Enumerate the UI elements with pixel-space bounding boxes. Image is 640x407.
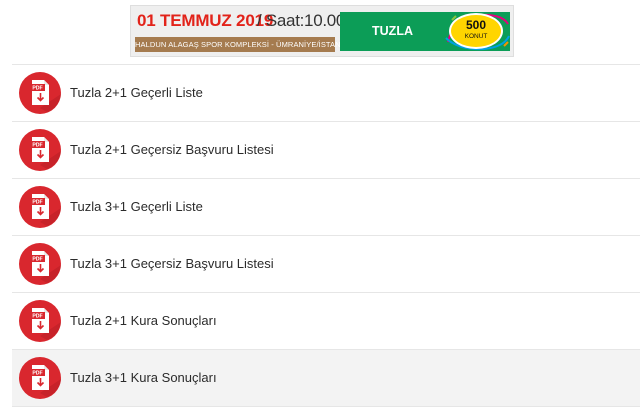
list-item-label: Tuzla 3+1 Geçersiz Başvuru Listesi [70, 256, 274, 271]
list-item[interactable]: PDF Tuzla 3+1 Geçerli Liste [12, 179, 640, 236]
unit-count-badge: 500 KONUT [451, 15, 501, 47]
svg-text:PDF: PDF [32, 143, 42, 149]
pdf-download-icon: PDF [19, 243, 61, 285]
list-item-label: Tuzla 2+1 Kura Sonuçları [70, 313, 217, 328]
pdf-download-icon: PDF [19, 186, 61, 228]
pdf-download-icon: PDF [19, 129, 61, 171]
list-item[interactable]: PDF Tuzla 2+1 Geçersiz Başvuru Listesi [12, 122, 640, 179]
list-item[interactable]: PDF Tuzla 2+1 Geçerli Liste [12, 64, 640, 122]
list-item[interactable]: PDF Tuzla 3+1 Kura Sonuçları [12, 350, 640, 407]
pdf-download-icon: PDF [19, 72, 61, 114]
banner-location-panel: TUZLA 500 KONUT [340, 12, 510, 51]
pdf-download-icon: PDF [19, 300, 61, 342]
banner-venue: HALDUN ALAGAŞ SPOR KOMPLEKSİ - ÜMRANİYE/… [135, 37, 355, 52]
list-item-label: Tuzla 3+1 Geçerli Liste [70, 199, 203, 214]
list-item[interactable]: PDF Tuzla 2+1 Kura Sonuçları [12, 293, 640, 350]
svg-text:PDF: PDF [32, 257, 42, 263]
list-item-label: Tuzla 2+1 Geçersiz Başvuru Listesi [70, 142, 274, 157]
banner-location: TUZLA [372, 24, 413, 38]
event-banner: 01 TEMMUZ 2019 / Saat:10.00 HALDUN ALAGA… [130, 5, 514, 57]
banner-date: 01 TEMMUZ 2019 [137, 11, 274, 30]
banner-time: / Saat:10.00 [257, 11, 346, 30]
badge-number: 500 [465, 18, 487, 32]
badge-label: KONUT [464, 33, 488, 40]
svg-text:PDF: PDF [32, 86, 42, 92]
svg-text:PDF: PDF [32, 200, 42, 206]
pdf-download-icon: PDF [19, 357, 61, 399]
list-item-label: Tuzla 2+1 Geçerli Liste [70, 85, 203, 100]
document-list: PDF Tuzla 2+1 Geçerli Liste PDF Tuzla 2+… [12, 64, 640, 407]
svg-text:PDF: PDF [32, 371, 42, 377]
list-item-label: Tuzla 3+1 Kura Sonuçları [70, 370, 217, 385]
svg-text:PDF: PDF [32, 314, 42, 320]
list-item[interactable]: PDF Tuzla 3+1 Geçersiz Başvuru Listesi [12, 236, 640, 293]
